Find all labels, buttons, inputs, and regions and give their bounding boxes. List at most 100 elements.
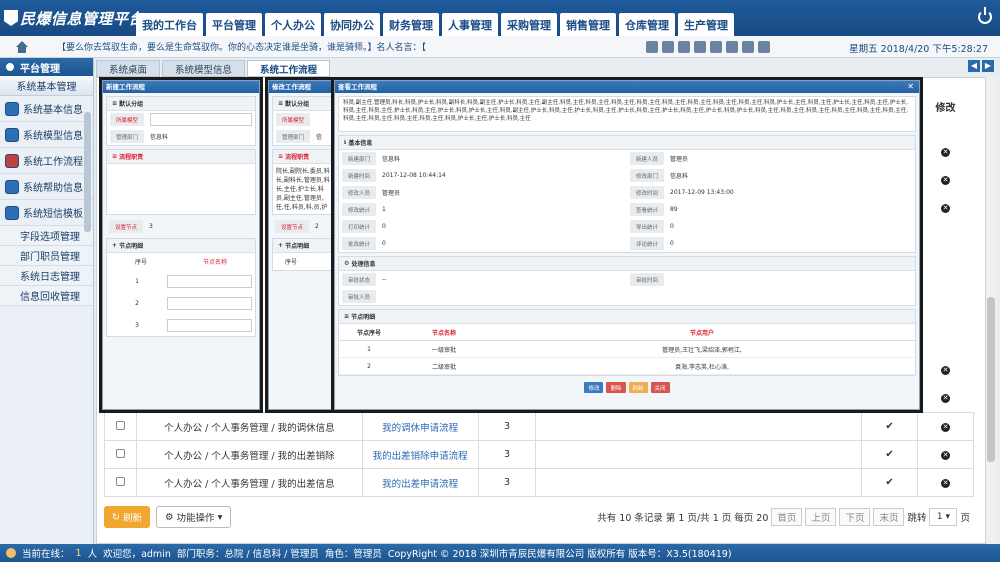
field-value: 管理员: [382, 190, 401, 197]
sidebar-item-basic[interactable]: 系统基本信息: [0, 96, 93, 122]
row-checkbox[interactable]: [115, 420, 125, 430]
nav-warehouse[interactable]: 仓库管理: [619, 13, 675, 36]
sidebar-scrollbar[interactable]: [84, 112, 91, 232]
calculator-icon[interactable]: [710, 41, 722, 53]
page-select[interactable]: 1 ▾: [929, 508, 958, 526]
nav-personal[interactable]: 个人办公: [265, 13, 321, 36]
scrollbar-thumb[interactable]: [987, 297, 995, 462]
dialog-button[interactable]: 关闭: [650, 382, 670, 393]
node-cell: 袁海,李志英,杜心涛,: [675, 363, 729, 371]
gear-icon: ⚙: [165, 511, 177, 523]
delete-icon[interactable]: ✕: [941, 148, 950, 157]
roles-panel: 科员,副主任,管理员,科长,科员,护士长,科员,副科长,科员,副主任,护士长,科…: [338, 96, 916, 132]
node-cell: 1: [367, 345, 371, 353]
actions-button[interactable]: ⚙ 功能操作 ▾: [156, 506, 232, 528]
refresh-button[interactable]: ↻ 刷新: [104, 506, 150, 528]
node-name-input[interactable]: [167, 318, 252, 332]
row-link[interactable]: 我的调休申请流程: [361, 412, 479, 441]
delete-icon[interactable]: ✕: [941, 204, 950, 213]
table-row[interactable]: 个人办公 / 个人事务管理 / 我的出差销除 我的出差销除申请流程 3 ✔ ✕: [104, 440, 974, 469]
nodes-value[interactable]: 2: [315, 223, 319, 230]
pager-first[interactable]: 首页: [771, 508, 803, 526]
row-link[interactable]: 我的出差申请流程: [361, 468, 479, 497]
mail-icon[interactable]: [678, 41, 690, 53]
delete-icon[interactable]: ✕: [941, 423, 950, 432]
tab-desktop[interactable]: 系统桌面: [96, 60, 161, 77]
car-icon[interactable]: [662, 41, 674, 53]
field-value: 0: [670, 240, 674, 247]
sidebar-item-sms[interactable]: 系统短信模板: [0, 200, 93, 226]
sidebar-item-staff[interactable]: 部门职员管理: [0, 246, 93, 266]
tab-model[interactable]: 系统模型信息: [162, 60, 246, 77]
panel-title: 处理信息: [351, 261, 376, 268]
date-time: 星期五 2018/4/20 下午5:28:27: [849, 44, 988, 55]
sidebar-item-recycle[interactable]: 信息回收管理: [0, 286, 93, 306]
note-icon[interactable]: [726, 41, 738, 53]
nav-finance[interactable]: 财务管理: [383, 13, 439, 36]
sidebar-item-logs[interactable]: 系统日志管理: [0, 266, 93, 286]
dialog-button[interactable]: 删除: [606, 382, 626, 393]
menu-icon: ≡: [278, 100, 286, 107]
sidebar-item-workflow[interactable]: 系统工作流程: [0, 148, 93, 174]
row-checkbox[interactable]: [115, 476, 125, 486]
row-checkbox[interactable]: [115, 448, 125, 458]
nav-sales[interactable]: 销售管理: [560, 13, 616, 36]
pager-next[interactable]: 下页: [839, 508, 871, 526]
nav-workbench[interactable]: 我的工作台: [136, 13, 203, 36]
sidebar-section[interactable]: 系统基本管理: [0, 76, 93, 96]
sidebar-header-label: 平台管理: [20, 63, 60, 75]
pager-last[interactable]: 末页: [873, 508, 905, 526]
node-name-input[interactable]: [167, 296, 252, 310]
dialog-button[interactable]: 修改: [584, 382, 604, 393]
tab-prev-icon[interactable]: ◀: [968, 60, 980, 72]
model-input[interactable]: [150, 113, 252, 126]
tab-workflow[interactable]: 系统工作流程: [247, 60, 331, 77]
workflow-table: 个人办公 / 个人事务管理 / 我的调休信息 我的调休申请流程 3 ✔ ✕ 个人…: [104, 412, 974, 497]
sidebar-header[interactable]: 平台管理: [0, 58, 93, 76]
tab-next-icon[interactable]: ▶: [982, 60, 994, 72]
field-label: 评论统计: [630, 237, 664, 250]
dialog-button[interactable]: 刷新: [628, 382, 648, 393]
dialog-title: 查看工作流程: [335, 81, 919, 93]
home-icon[interactable]: [15, 40, 29, 53]
form-row: 审批状态 -- 审批时间: [339, 271, 915, 288]
nav-production[interactable]: 生产管理: [678, 13, 734, 36]
nodes-header: 序号: [273, 253, 333, 270]
pager-prev[interactable]: 上页: [805, 508, 837, 526]
table-row[interactable]: 个人办公 / 个人事务管理 / 我的调休信息 我的调休申请流程 3 ✔ ✕: [104, 412, 974, 441]
sidebar-item-model[interactable]: 系统模型信息: [0, 122, 93, 148]
main-scrollbar[interactable]: [986, 77, 996, 544]
form-row: 管理部门 信息科: [107, 128, 255, 145]
sms-icon: [5, 205, 19, 220]
nav-hr[interactable]: 人事管理: [442, 13, 498, 36]
form-row: 审批人员: [339, 288, 915, 305]
node-name-input[interactable]: [167, 274, 252, 288]
delete-icon[interactable]: ✕: [941, 394, 950, 403]
delete-icon[interactable]: ✕: [941, 451, 950, 460]
sidebar-item-fields[interactable]: 字段选项管理: [0, 226, 93, 246]
delete-icon[interactable]: ✕: [941, 479, 950, 488]
field-label: 新建部门: [342, 152, 376, 165]
nav-platform[interactable]: 平台管理: [206, 13, 262, 36]
nav-collab[interactable]: 协同办公: [324, 13, 380, 36]
field-value: 2017-12-09 13:43:00: [670, 189, 734, 196]
phone-icon[interactable]: [646, 41, 658, 53]
panel-header: ≡ 默认分组: [273, 97, 333, 111]
calendar-icon[interactable]: [694, 41, 706, 53]
panel-header: ≡ 流程职责: [107, 150, 255, 164]
plus-icon: +: [278, 242, 286, 249]
form-row: 所属模型: [107, 111, 255, 128]
help-icon[interactable]: [742, 41, 754, 53]
table-row[interactable]: 个人办公 / 个人事务管理 / 我的出差信息 我的出差申请流程 3 ✔ ✕: [104, 468, 974, 497]
power-icon[interactable]: [978, 7, 992, 24]
sidebar-item-help[interactable]: 系统帮助信息: [0, 174, 93, 200]
chevron-icon: [6, 63, 14, 71]
delete-icon[interactable]: ✕: [941, 366, 950, 375]
close-icon[interactable]: ✕: [907, 82, 914, 91]
nav-purchase[interactable]: 采购管理: [501, 13, 557, 36]
delete-icon[interactable]: ✕: [941, 176, 950, 185]
node-cell: 管理员,王壮飞,梁绍泽,郭柯江,: [662, 346, 742, 354]
nodes-value[interactable]: 3: [149, 223, 153, 230]
row-link[interactable]: 我的出差销除申请流程: [361, 440, 479, 469]
panel-header: + 节点明细: [273, 239, 333, 253]
